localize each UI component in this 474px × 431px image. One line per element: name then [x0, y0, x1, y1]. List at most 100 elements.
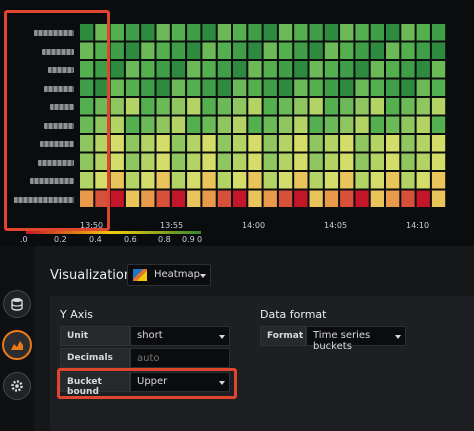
heatmap-cell: [263, 153, 277, 170]
heatmap-cell: [217, 135, 231, 152]
x-tick-label: 14:05: [324, 221, 348, 230]
heatmap-cell: [110, 116, 124, 133]
heatmap-cell: [187, 61, 201, 78]
heatmap-cell: [110, 42, 124, 59]
heatmap-cell: [386, 61, 400, 78]
heatmap-cell: [340, 190, 354, 207]
heatmap-cell: [416, 190, 430, 207]
heatmap-cell: [309, 61, 323, 78]
heatmap-cell: [416, 42, 430, 59]
heatmap-cell: [431, 24, 446, 41]
decimals-input[interactable]: [130, 348, 230, 368]
heatmap-cell: [187, 153, 201, 170]
heatmap-cell: [386, 153, 400, 170]
heatmap-cell: [156, 153, 170, 170]
heatmap-cell: [309, 98, 323, 115]
heatmap-cell: [340, 24, 354, 41]
heatmap-cell: [431, 116, 446, 133]
bucket-bound-highlight-box: [57, 368, 237, 399]
heatmap-cell: [278, 116, 293, 133]
heatmap-cell: [171, 79, 186, 96]
heatmap-cell: [386, 135, 400, 152]
heatmap-cell: [125, 153, 140, 170]
heatmap-cell: [156, 24, 170, 41]
heatmap-cell: [110, 98, 124, 115]
heatmap-cell: [431, 61, 446, 78]
database-icon: [11, 298, 23, 311]
heatmap-cell: [324, 61, 339, 78]
unit-select[interactable]: short: [130, 326, 230, 346]
format-value: Time series buckets: [313, 330, 371, 352]
heatmap-cell: [401, 61, 415, 78]
heatmap-cell: [125, 79, 140, 96]
visualization-picker[interactable]: Heatmap: [127, 264, 211, 286]
heatmap-cell: [324, 42, 339, 59]
heatmap-cell: [217, 190, 231, 207]
heatmap-cell: [156, 172, 170, 189]
heatmap-cell: [294, 61, 308, 78]
heatmap-cell: [431, 153, 446, 170]
heatmap-cell: [401, 172, 415, 189]
heatmap-panel: 13:50 13:55 14:00 14:05 14:10 .0 0.2 0.4 0.6 0.8…: [0, 0, 474, 246]
heatmap-cell: [233, 79, 247, 96]
heatmap-cell: [202, 98, 216, 115]
heatmap-cell: [431, 79, 446, 96]
heatmap-cell: [187, 79, 201, 96]
unit-label: Unit: [60, 326, 130, 346]
heatmap-cell: [355, 116, 369, 133]
heatmap-cell: [125, 42, 140, 59]
heatmap-cell: [294, 153, 308, 170]
heatmap-cell: [401, 24, 415, 41]
heatmap-cell: [416, 61, 430, 78]
heatmap-cell: [278, 135, 293, 152]
heatmap-cell: [355, 24, 369, 41]
format-label: Format: [260, 326, 306, 346]
legend-tick-label: 0.9: [182, 235, 195, 244]
sidebar-item-visualization[interactable]: [2, 330, 32, 360]
heatmap-cell: [416, 172, 430, 189]
heatmap-cell: [141, 116, 155, 133]
heatmap-cell: [309, 190, 323, 207]
heatmap-cell: [263, 172, 277, 189]
heatmap-cell: [156, 79, 170, 96]
heatmap-cell: [355, 79, 369, 96]
heatmap-cell: [202, 79, 216, 96]
heatmap-cell: [294, 116, 308, 133]
heatmap-cell: [202, 135, 216, 152]
heatmap-cell: [233, 42, 247, 59]
format-select[interactable]: Time series buckets: [306, 326, 406, 352]
heatmap-cell: [370, 135, 384, 152]
heatmap-cell: [202, 42, 216, 59]
heatmap-cell: [233, 135, 247, 152]
gear-icon: [11, 380, 23, 392]
heatmap-cell: [324, 172, 339, 189]
heatmap-cell: [233, 153, 247, 170]
heatmap-cell: [248, 24, 262, 41]
heatmap-cell: [340, 61, 354, 78]
heatmap-cell: [125, 135, 140, 152]
heatmap-cell: [340, 98, 354, 115]
heatmap-cell: [110, 190, 124, 207]
heatmap-cell: [324, 98, 339, 115]
heatmap-cell: [217, 153, 231, 170]
heatmap-cell: [171, 98, 186, 115]
heatmap-cell: [110, 153, 124, 170]
heatmap-cell: [217, 79, 231, 96]
heatmap-cell: [386, 190, 400, 207]
heatmap-cell: [278, 24, 293, 41]
heatmap-cell: [370, 98, 384, 115]
heatmap-cell: [278, 79, 293, 96]
heatmap-cell: [431, 190, 446, 207]
heatmap-cell: [340, 135, 354, 152]
heatmap-cell: [187, 172, 201, 189]
heatmap-cell: [278, 172, 293, 189]
heatmap-cell: [187, 42, 201, 59]
heatmap-cell: [416, 24, 430, 41]
heatmap-cell: [187, 24, 201, 41]
heatmap-cell: [324, 79, 339, 96]
visualization-title: Visualization: [50, 268, 133, 283]
sidebar-item-queries[interactable]: [3, 290, 31, 318]
sidebar-item-general[interactable]: [3, 372, 31, 400]
heatmap-cell: [278, 42, 293, 59]
heatmap-cell: [171, 24, 186, 41]
